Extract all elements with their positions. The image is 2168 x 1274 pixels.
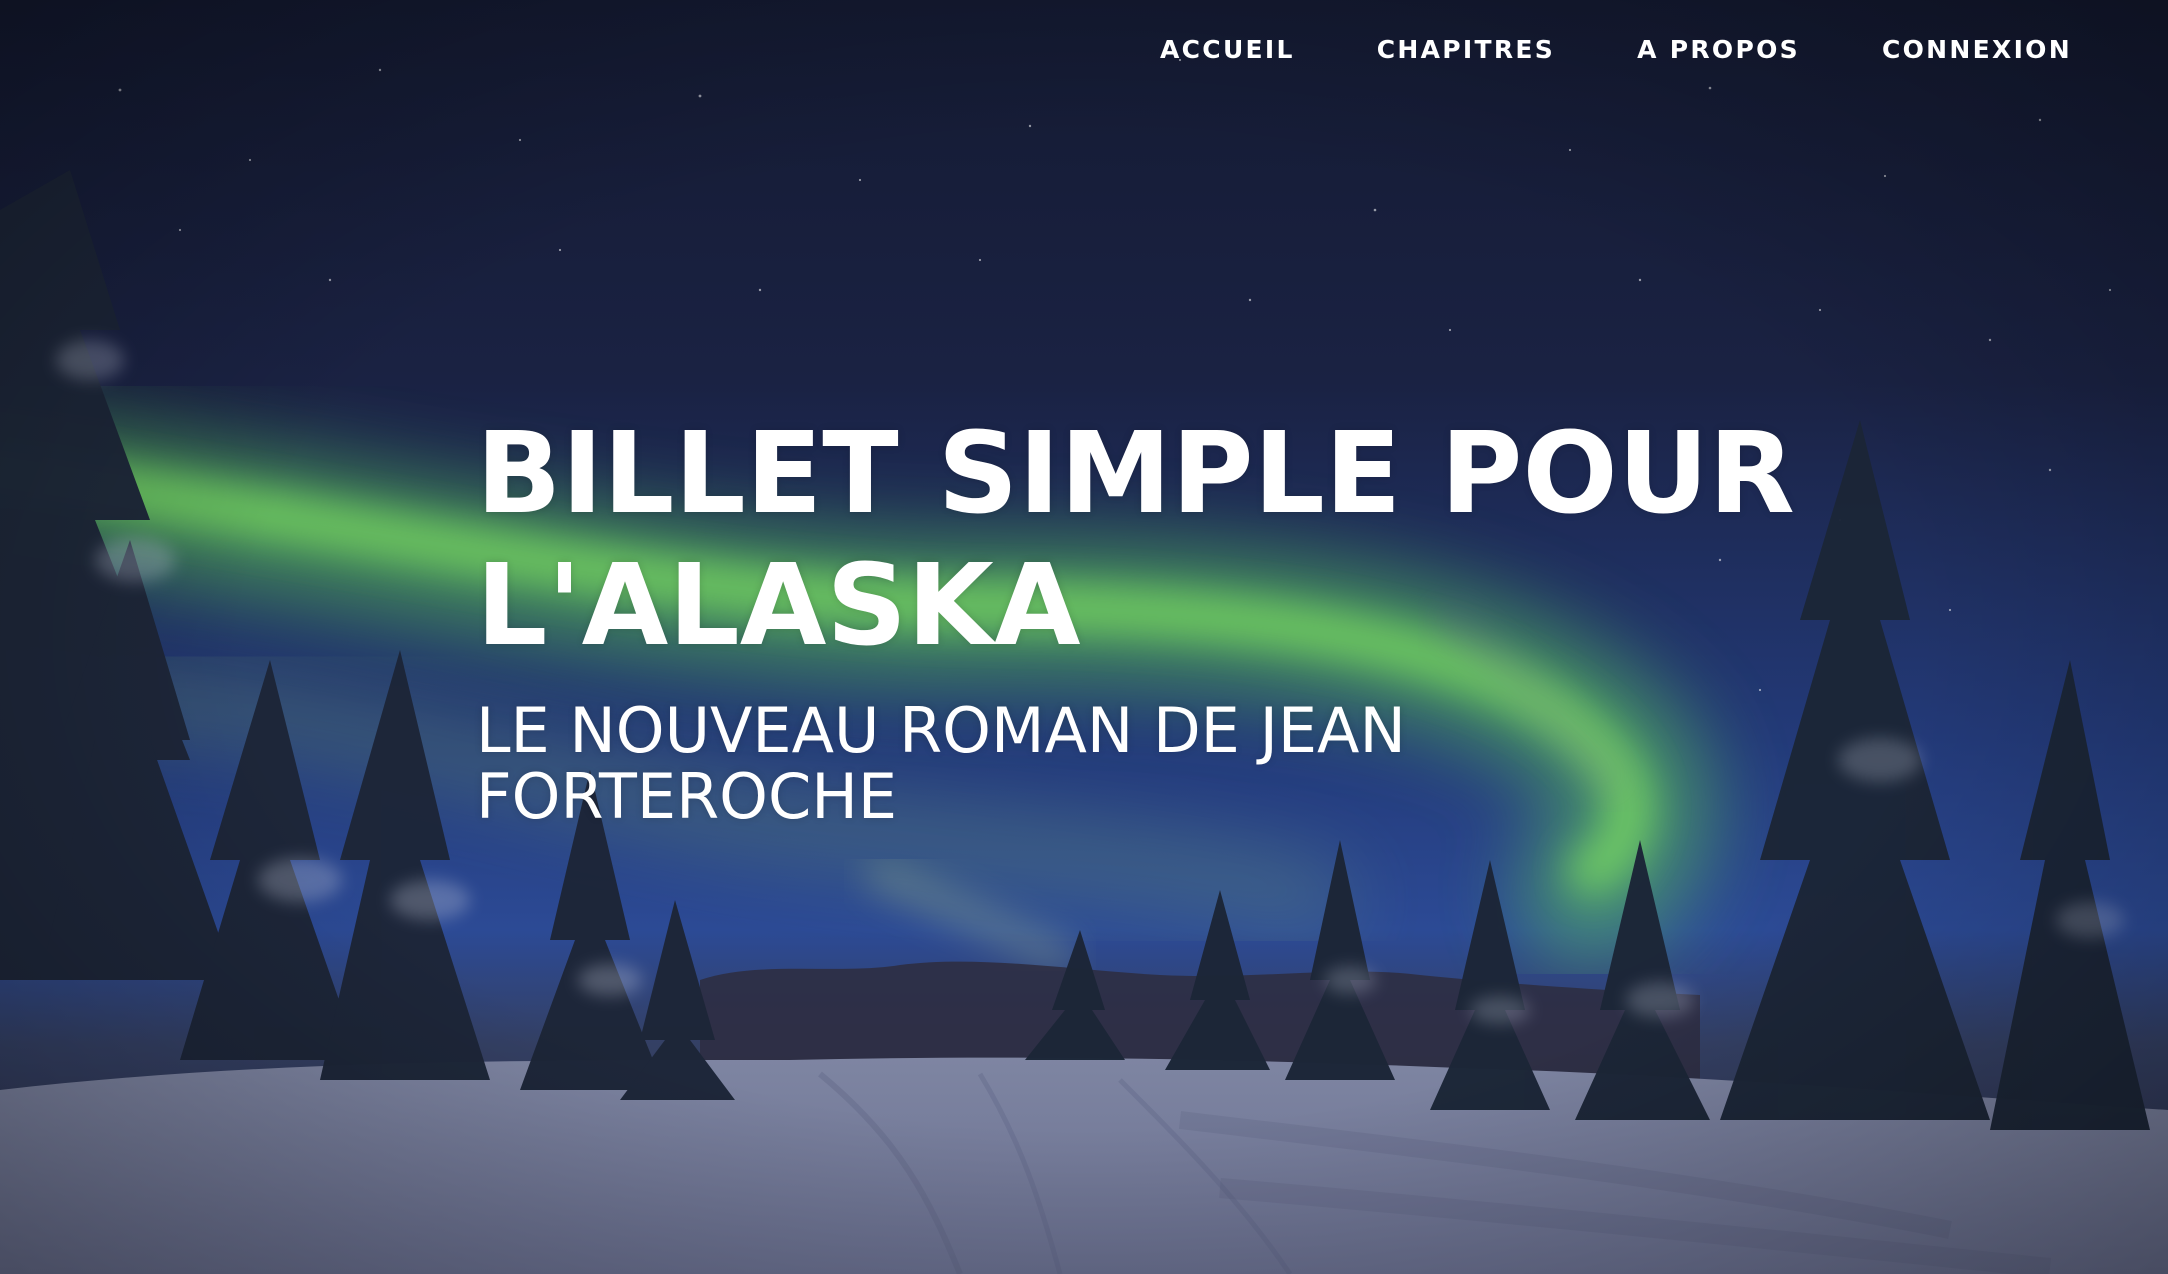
hero-text-block: BILLET SIMPLE POUR L'ALASKA LE NOUVEAU R…	[476, 408, 1796, 830]
hero-subtitle-line-1: LE NOUVEAU ROMAN DE JEAN	[476, 694, 1406, 767]
hero-subtitle: LE NOUVEAU ROMAN DE JEAN FORTEROCHE	[476, 698, 1796, 830]
hero-title: BILLET SIMPLE POUR L'ALASKA	[476, 408, 1796, 672]
nav-link-connexion[interactable]: CONNEXION	[1882, 34, 2072, 66]
hero-title-line-1: BILLET SIMPLE POUR	[476, 409, 1795, 539]
nav-link-accueil[interactable]: ACCUEIL	[1160, 34, 1295, 66]
hero-section: ACCUEIL CHAPITRES A PROPOS CONNEXION BIL…	[0, 0, 2168, 1274]
hero-subtitle-line-2: FORTEROCHE	[476, 760, 898, 833]
main-navigation: ACCUEIL CHAPITRES A PROPOS CONNEXION	[1160, 34, 2072, 66]
hero-title-line-2: L'ALASKA	[476, 541, 1081, 671]
nav-link-chapitres[interactable]: CHAPITRES	[1377, 34, 1555, 66]
nav-link-a-propos[interactable]: A PROPOS	[1637, 34, 1800, 66]
